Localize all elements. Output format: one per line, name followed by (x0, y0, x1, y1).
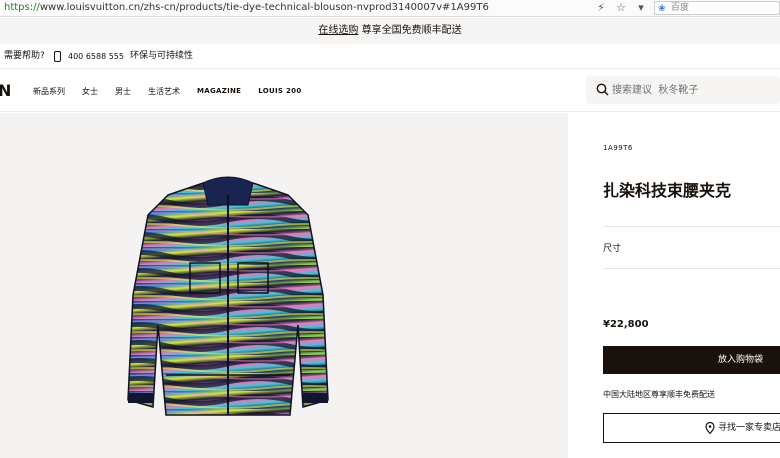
product-sku: 1A99T6 (603, 144, 633, 152)
search-icon (596, 83, 609, 96)
main-navigation: N 新品系列 女士 男士 生活艺术 MAGAZINE LOUIS 200 (0, 70, 780, 112)
nav-item-new[interactable]: 新品系列 (33, 86, 65, 97)
sustainability-link[interactable]: 环保与可持续性 (130, 44, 193, 69)
divider (603, 268, 780, 269)
product-image-panel (0, 113, 568, 458)
baidu-icon: ❀ (658, 4, 666, 14)
browser-toolbar: https://www.louisvuitton.cn/zhs-cn/produ… (0, 0, 780, 17)
add-to-cart-button[interactable]: 放入购物袋 (603, 346, 780, 374)
brand-logo[interactable]: N (0, 81, 12, 100)
site-search[interactable] (586, 76, 780, 104)
browser-search-box[interactable]: ❀ 百度 (654, 1, 780, 15)
nav-item-women[interactable]: 女士 (82, 86, 98, 97)
dropdown-icon[interactable]: ▾ (634, 1, 648, 14)
url-scheme: https:// (4, 2, 40, 13)
announcement-bar: 在线选购 尊享全国免费顺丰配送 (0, 18, 780, 44)
utility-bar: 需要帮助? 400 6588 555 环保与可持续性 (0, 44, 780, 69)
product-price: ¥22,800 (603, 319, 649, 330)
nav-item-art-of-living[interactable]: 生活艺术 (148, 86, 180, 97)
help-link[interactable]: 需要帮助? (4, 44, 45, 69)
browser-search-label: 百度 (671, 3, 690, 13)
star-icon[interactable]: ☆ (614, 1, 628, 14)
lightning-icon[interactable]: ⚡ (594, 1, 608, 14)
address-bar[interactable]: https://www.louisvuitton.cn/zhs-cn/produ… (4, 2, 489, 13)
announcement-text: 尊享全国免费顺丰配送 (358, 25, 462, 36)
jacket-image[interactable] (108, 175, 348, 435)
url-text: www.louisvuitton.cn/zhs-cn/products/tie-… (39, 2, 489, 13)
browser-icons: ⚡ ☆ ▾ (594, 1, 648, 14)
find-store-button[interactable]: 寻找一家专卖店 (603, 413, 780, 443)
shipping-note: 中国大陆地区尊享顺丰免费配送 (603, 390, 715, 399)
nav-item-magazine[interactable]: MAGAZINE (197, 87, 241, 95)
find-store-label: 寻找一家专卖店 (718, 423, 780, 433)
phone-number[interactable]: 400 6588 555 (68, 44, 124, 69)
product-info-panel: 1A99T6 扎染科技束腰夹克 尺寸 ¥22,800 放入购物袋 中国大陆地区尊… (568, 113, 780, 458)
phone-icon (54, 51, 61, 62)
product-title: 扎染科技束腰夹克 (603, 181, 732, 200)
size-selector[interactable]: 尺寸 (603, 241, 621, 254)
nav-item-men[interactable]: 男士 (115, 86, 131, 97)
search-input[interactable] (612, 81, 772, 99)
divider (603, 226, 780, 227)
nav-menu: 新品系列 女士 男士 生活艺术 MAGAZINE LOUIS 200 (33, 70, 319, 112)
location-pin-icon (705, 422, 715, 434)
nav-item-louis-200[interactable]: LOUIS 200 (258, 87, 301, 95)
announcement-link[interactable]: 在线选购 (318, 25, 358, 36)
